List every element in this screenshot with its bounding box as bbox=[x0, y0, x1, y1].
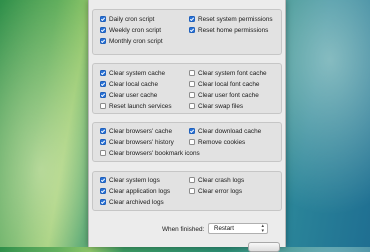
checkbox-label: Clear download cache bbox=[198, 127, 262, 135]
remove-cookies-checkbox[interactable]: Remove cookies bbox=[189, 137, 245, 147]
clear-user-cache-checkbox[interactable]: Clear user cache bbox=[100, 90, 157, 100]
reset-launch-services-checkbox[interactable]: Reset launch services bbox=[100, 101, 172, 111]
checkbox-icon bbox=[100, 70, 106, 76]
clear-local-cache-checkbox[interactable]: Clear local cache bbox=[100, 79, 158, 89]
clear-system-cache-checkbox[interactable]: Clear system cache bbox=[100, 68, 165, 78]
clear-system-font-cache-checkbox[interactable]: Clear system font cache bbox=[189, 68, 267, 78]
checkbox-icon bbox=[100, 103, 106, 109]
checkbox-label: Reset home permissions bbox=[198, 26, 269, 34]
reset-system-permissions-checkbox[interactable]: Reset system permissions bbox=[189, 14, 273, 24]
checkbox-icon bbox=[100, 188, 106, 194]
scripts-permissions-group: Daily cron script Reset system permissio… bbox=[92, 9, 282, 55]
checkbox-label: Reset launch services bbox=[109, 102, 172, 110]
checkbox-label: Clear local cache bbox=[109, 80, 159, 88]
clear-user-font-cache-checkbox[interactable]: Clear user font cache bbox=[189, 90, 259, 100]
checkbox-icon bbox=[100, 199, 106, 205]
checkbox-icon bbox=[100, 92, 106, 98]
checkbox-icon bbox=[189, 70, 195, 76]
daily-cron-checkbox[interactable]: Daily cron script bbox=[100, 14, 154, 24]
clear-system-logs-checkbox[interactable]: Clear system logs bbox=[100, 175, 160, 185]
checkbox-icon bbox=[189, 92, 195, 98]
checkbox-label: Clear user font cache bbox=[198, 91, 259, 99]
checkbox-label: Clear application logs bbox=[109, 187, 171, 195]
checkbox-icon bbox=[100, 38, 106, 44]
checkbox-icon bbox=[189, 81, 195, 87]
clear-application-logs-checkbox[interactable]: Clear application logs bbox=[100, 186, 170, 196]
checkbox-label: Reset system permissions bbox=[198, 15, 273, 23]
checkbox-label: Clear browsers' cache bbox=[109, 127, 173, 135]
clear-crash-logs-checkbox[interactable]: Clear crash logs bbox=[189, 175, 244, 185]
checkbox-label: Clear local font cache bbox=[198, 80, 260, 88]
clear-bookmark-icons-checkbox[interactable]: Clear browsers' bookmark icons bbox=[100, 148, 200, 158]
clear-browsers-cache-checkbox[interactable]: Clear browsers' cache bbox=[100, 126, 172, 136]
checkbox-label: Clear crash logs bbox=[198, 176, 245, 184]
checkbox-icon bbox=[189, 177, 195, 183]
checkbox-label: Clear browsers' history bbox=[109, 138, 174, 146]
checkbox-label: Clear system font cache bbox=[198, 69, 267, 77]
maintenance-panel: Daily cron script Reset system permissio… bbox=[88, 0, 286, 252]
clear-error-logs-checkbox[interactable]: Clear error logs bbox=[189, 186, 242, 196]
checkbox-label: Clear system cache bbox=[109, 69, 166, 77]
checkbox-icon bbox=[100, 139, 106, 145]
checkbox-label: Clear archived logs bbox=[109, 198, 164, 206]
cache-group: Clear system cache Clear system font cac… bbox=[92, 63, 282, 114]
checkbox-icon bbox=[100, 81, 106, 87]
checkbox-label: Clear error logs bbox=[198, 187, 243, 195]
checkbox-icon bbox=[100, 27, 106, 33]
checkbox-label: Clear swap files bbox=[198, 102, 244, 110]
clear-local-font-cache-checkbox[interactable]: Clear local font cache bbox=[189, 79, 259, 89]
when-finished-label: When finished: bbox=[162, 226, 205, 233]
monthly-cron-checkbox[interactable]: Monthly cron script bbox=[100, 36, 163, 46]
checkbox-icon bbox=[189, 27, 195, 33]
checkbox-icon bbox=[100, 150, 106, 156]
checkbox-label: Daily cron script bbox=[109, 15, 155, 23]
clear-download-cache-checkbox[interactable]: Clear download cache bbox=[189, 126, 261, 136]
checkbox-label: Clear user cache bbox=[109, 91, 158, 99]
clear-browsers-history-checkbox[interactable]: Clear browsers' history bbox=[100, 137, 174, 147]
checkbox-label: Clear system logs bbox=[109, 176, 160, 184]
reset-home-permissions-checkbox[interactable]: Reset home permissions bbox=[189, 25, 268, 35]
when-finished-select[interactable]: Restart ▴ ▾ bbox=[208, 223, 268, 234]
checkbox-label: Monthly cron script bbox=[109, 37, 163, 45]
checkbox-icon bbox=[100, 16, 106, 22]
checkbox-label: Remove cookies bbox=[198, 138, 246, 146]
checkbox-icon bbox=[189, 103, 195, 109]
checkbox-icon bbox=[100, 128, 106, 134]
select-value: Restart bbox=[214, 225, 234, 232]
browser-group: Clear browsers' cache Clear download cac… bbox=[92, 122, 282, 162]
clear-archived-logs-checkbox[interactable]: Clear archived logs bbox=[100, 197, 164, 207]
checkbox-icon bbox=[189, 16, 195, 22]
checkbox-icon bbox=[189, 139, 195, 145]
checkbox-icon bbox=[100, 177, 106, 183]
weekly-cron-checkbox[interactable]: Weekly cron script bbox=[100, 25, 161, 35]
execute-button[interactable] bbox=[248, 242, 280, 252]
checkbox-label: Clear browsers' bookmark icons bbox=[109, 149, 200, 157]
select-arrows-icon: ▴ ▾ bbox=[261, 223, 264, 234]
checkbox-icon bbox=[189, 128, 195, 134]
logs-group: Clear system logs Clear crash logs Clear… bbox=[92, 171, 282, 211]
checkbox-label: Weekly cron script bbox=[109, 26, 162, 34]
clear-swap-files-checkbox[interactable]: Clear swap files bbox=[189, 101, 243, 111]
checkbox-icon bbox=[189, 188, 195, 194]
